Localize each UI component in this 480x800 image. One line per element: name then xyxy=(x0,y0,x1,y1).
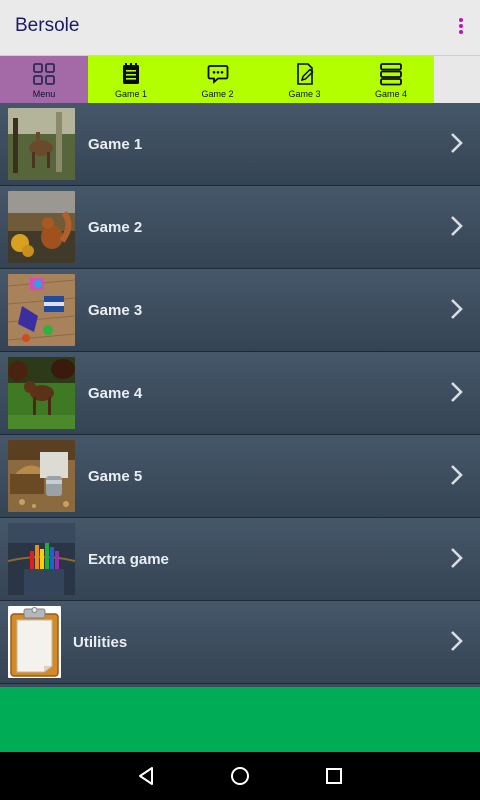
tab-game-2[interactable]: Game 2 xyxy=(174,56,261,103)
tab-label: Game 4 xyxy=(374,89,407,99)
grid-icon xyxy=(33,63,55,85)
list-item-label: Game 5 xyxy=(88,468,143,485)
list-item-game-1[interactable]: Game 1 xyxy=(0,103,480,186)
garden-animal-thumbnail xyxy=(8,108,75,180)
chevron-right-icon xyxy=(451,299,463,319)
chevron-right-icon xyxy=(451,465,463,485)
list-item-label: Utilities xyxy=(73,634,128,651)
tab-label: Game 2 xyxy=(201,89,234,99)
system-nav-bar xyxy=(0,752,480,800)
list-item-label: Extra game xyxy=(88,551,169,568)
tab-label: Game 1 xyxy=(114,89,147,99)
calf-thumbnail xyxy=(8,357,75,429)
tab-label: Game 3 xyxy=(288,89,321,99)
overflow-menu-icon[interactable] xyxy=(454,16,468,40)
edit-document-icon xyxy=(296,63,314,85)
chevron-right-icon xyxy=(451,133,463,153)
chevron-right-icon xyxy=(451,631,463,651)
game-list: Game 1 Game 2 Game 3 Game 4 Game 5 Extra… xyxy=(0,103,480,687)
squirrel-thumbnail xyxy=(8,191,75,263)
tab-bar: Menu Game 1 Game 2 Game 3 Game 4 xyxy=(0,56,480,103)
tab-game-4[interactable]: Game 4 xyxy=(348,56,434,103)
list-item-label: Game 1 xyxy=(88,136,143,153)
tab-label: Menu xyxy=(32,89,56,99)
list-item-game-3[interactable]: Game 3 xyxy=(0,269,480,352)
chat-bubble-icon xyxy=(207,65,228,84)
list-item-game-2[interactable]: Game 2 xyxy=(0,186,480,269)
tab-game-1[interactable]: Game 1 xyxy=(88,56,174,103)
stack-icon xyxy=(380,63,402,86)
list-item-game-5[interactable]: Game 5 xyxy=(0,435,480,518)
app-title: Bersole xyxy=(15,15,80,36)
toys-thumbnail xyxy=(8,274,75,346)
chevron-right-icon xyxy=(451,382,463,402)
pencils-thumbnail xyxy=(8,523,75,595)
list-item-game-4[interactable]: Game 4 xyxy=(0,352,480,435)
clipboard-icon xyxy=(8,606,61,678)
list-item-label: Game 3 xyxy=(88,302,143,319)
recents-icon[interactable] xyxy=(322,764,346,788)
chevron-right-icon xyxy=(451,548,463,568)
chevron-right-icon xyxy=(451,216,463,236)
list-item-extra-game[interactable]: Extra game xyxy=(0,518,480,601)
tab-game-3[interactable]: Game 3 xyxy=(261,56,348,103)
tab-menu[interactable]: Menu xyxy=(0,56,88,103)
app-bar: Bersole xyxy=(0,0,480,56)
list-item-label: Game 2 xyxy=(88,219,143,236)
list-item-utilities[interactable]: Utilities xyxy=(0,601,480,684)
basket-thumbnail xyxy=(8,440,75,512)
notepad-icon xyxy=(123,63,139,84)
list-item-label: Game 4 xyxy=(88,385,143,402)
back-icon[interactable] xyxy=(134,764,158,788)
home-icon[interactable] xyxy=(228,764,252,788)
footer-banner xyxy=(0,687,480,752)
